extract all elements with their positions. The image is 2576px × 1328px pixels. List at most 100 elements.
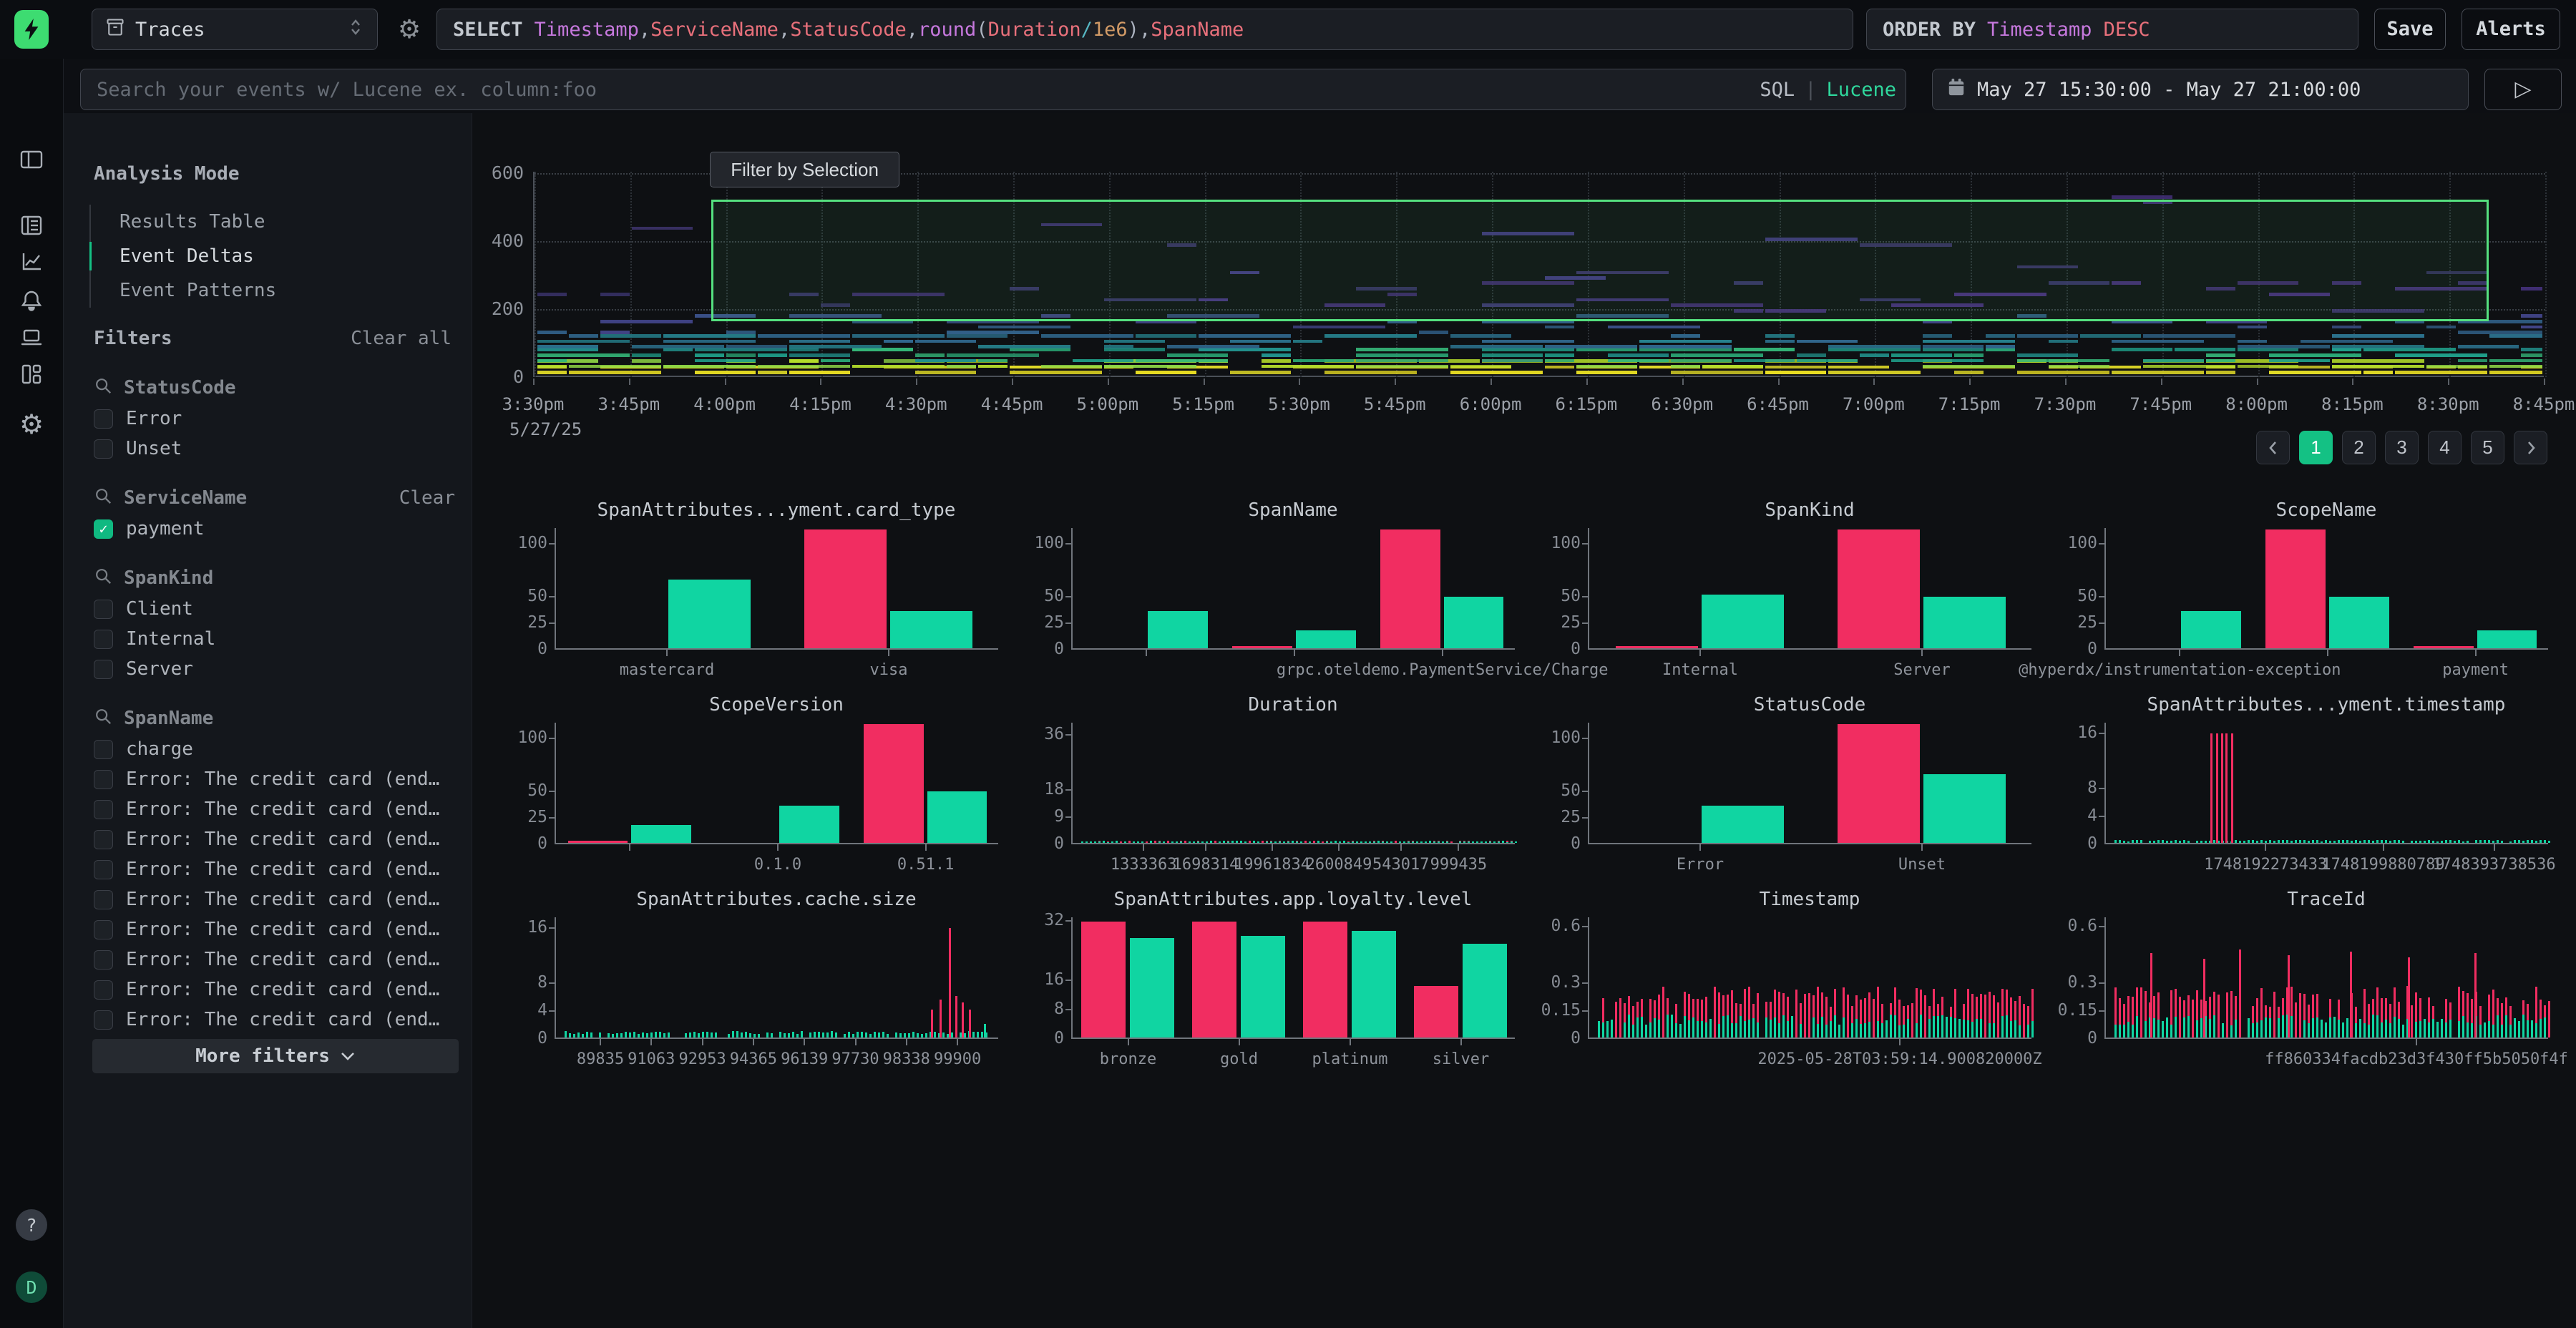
- mini-chart-0[interactable]: SpanAttributes...yment.card_type02550100…: [501, 494, 1018, 688]
- mini-chart-7[interactable]: SpanAttributes...yment.timestamp04816174…: [2051, 688, 2567, 883]
- filter-by-selection-button[interactable]: Filter by Selection: [710, 152, 899, 187]
- query-settings-gear-icon[interactable]: ⚙: [394, 9, 425, 50]
- more-filters-button[interactable]: More filters: [92, 1039, 459, 1073]
- checkbox[interactable]: [94, 439, 113, 459]
- filter-option[interactable]: Error: The credit card (end…: [94, 914, 455, 944]
- filter-group-servicename: ServiceName Clear ✓payment: [94, 482, 455, 544]
- mini-chart-1[interactable]: SpanName02550100grpc.oteldemo.PaymentSer…: [1018, 494, 1534, 688]
- filter-option[interactable]: Internal: [94, 624, 455, 654]
- date-range-picker[interactable]: May 27 15:30:00 - May 27 21:00:00: [1932, 69, 2469, 110]
- help-button[interactable]: ?: [16, 1209, 47, 1241]
- save-button[interactable]: Save: [2374, 9, 2446, 50]
- filter-option[interactable]: Error: The credit card (end…: [94, 1005, 455, 1035]
- alerts-button[interactable]: Alerts: [2462, 9, 2560, 50]
- filter-option[interactable]: Error: [94, 404, 455, 434]
- timeline-xtick: 5:45pm: [1364, 394, 1426, 414]
- laptop-icon[interactable]: [19, 326, 44, 350]
- page-prev-button[interactable]: [2256, 431, 2290, 464]
- checkbox[interactable]: [94, 800, 113, 819]
- checkbox[interactable]: [94, 980, 113, 1000]
- checkbox[interactable]: [94, 950, 113, 970]
- clear-group-link[interactable]: Clear: [399, 487, 455, 509]
- mini-chart-title: ScopeName: [2104, 499, 2548, 521]
- gear-icon[interactable]: ⚙: [19, 412, 44, 436]
- bell-icon[interactable]: [19, 288, 44, 313]
- mini-chart-xtick: silver: [1433, 1050, 1489, 1068]
- mini-chart-xtick: bronze: [1100, 1050, 1156, 1068]
- filter-option[interactable]: Server: [94, 654, 455, 684]
- mini-chart-3[interactable]: ScopeName02550100@hyperdx/instrumentatio…: [2051, 494, 2567, 688]
- filter-option[interactable]: Error: The credit card (end…: [94, 884, 455, 914]
- mode-sql-label[interactable]: SQL: [1760, 79, 1795, 101]
- order-by-input[interactable]: ORDER BY Timestamp DESC: [1866, 9, 2358, 50]
- mini-chart-xtick: 98338: [883, 1050, 930, 1068]
- analysis-mode-results-table[interactable]: Results Table: [91, 205, 447, 239]
- filter-option[interactable]: Error: The credit card (end…: [94, 854, 455, 884]
- page-button-3[interactable]: 3: [2385, 431, 2419, 464]
- mini-chart-title: SpanAttributes...yment.timestamp: [2104, 694, 2548, 716]
- page-button-1[interactable]: 1: [2299, 431, 2333, 464]
- checkbox[interactable]: [94, 630, 113, 649]
- search-icon[interactable]: [94, 707, 112, 731]
- mini-chart-6[interactable]: StatusCode02550100ErrorUnset: [1534, 688, 2051, 883]
- search-icon[interactable]: [94, 567, 112, 590]
- mini-chart-8[interactable]: SpanAttributes.cache.size048168983591063…: [501, 883, 1018, 1078]
- query-language-toggle[interactable]: SQL | Lucene: [1732, 69, 1896, 110]
- timeline-selection-box[interactable]: [711, 200, 2489, 322]
- timeline-xtick: 6:00pm: [1460, 394, 1522, 414]
- mini-chart-title: SpanAttributes.app.loyalty.level: [1071, 889, 1515, 910]
- clear-all-filters-link[interactable]: Clear all: [351, 328, 452, 349]
- checkbox[interactable]: [94, 740, 113, 759]
- app-logo-bolt-icon[interactable]: [14, 10, 49, 49]
- search-input[interactable]: [80, 69, 1906, 110]
- filter-option[interactable]: ✓payment: [94, 514, 455, 544]
- checkbox[interactable]: [94, 600, 113, 619]
- mini-chart-title: SpanAttributes...yment.card_type: [555, 499, 998, 521]
- checkbox[interactable]: [94, 660, 113, 679]
- mini-chart-5[interactable]: Duration09183613333631698314199618342600…: [1018, 688, 1534, 883]
- page-button-4[interactable]: 4: [2428, 431, 2462, 464]
- checkbox[interactable]: [94, 830, 113, 849]
- mini-chart-xtick: Internal: [1662, 661, 1738, 679]
- mini-chart-title: Duration: [1071, 694, 1515, 716]
- mode-lucene-label[interactable]: Lucene: [1826, 79, 1896, 101]
- sql-expression: Timestamp,ServiceName,StatusCode,round(D…: [535, 19, 1244, 41]
- filter-option[interactable]: Error: The credit card (end…: [94, 764, 455, 794]
- checkbox[interactable]: [94, 409, 113, 429]
- checkbox[interactable]: [94, 860, 113, 879]
- run-query-button[interactable]: ▷: [2484, 69, 2562, 110]
- mini-chart-9[interactable]: SpanAttributes.app.loyalty.level081632br…: [1018, 883, 1534, 1078]
- checkbox[interactable]: [94, 890, 113, 909]
- checkbox[interactable]: [94, 770, 113, 789]
- mini-chart-11[interactable]: TraceId00.150.30.6ff860334facdb23d3f430f…: [2051, 883, 2567, 1078]
- checkbox-checked[interactable]: ✓: [94, 519, 113, 539]
- page-button-5[interactable]: 5: [2471, 431, 2504, 464]
- analysis-mode-event-patterns[interactable]: Event Patterns: [91, 273, 447, 308]
- filter-option[interactable]: Error: The credit card (end…: [94, 975, 455, 1005]
- filter-option[interactable]: Error: The credit card (end…: [94, 944, 455, 975]
- search-icon[interactable]: [94, 376, 112, 400]
- mini-chart-2[interactable]: SpanKind02550100InternalServer: [1534, 494, 2051, 688]
- chart-icon[interactable]: [19, 249, 44, 273]
- filter-option[interactable]: Client: [94, 594, 455, 624]
- event-feed-icon[interactable]: [19, 213, 44, 238]
- search-icon[interactable]: [94, 487, 112, 510]
- filter-option[interactable]: Unset: [94, 434, 455, 464]
- dashboards-icon[interactable]: [19, 362, 44, 386]
- sql-select-input[interactable]: SELECT Timestamp,ServiceName,StatusCode,…: [436, 9, 1853, 50]
- page-button-2[interactable]: 2: [2342, 431, 2376, 464]
- timeline-heatmap-plot[interactable]: [533, 172, 2544, 377]
- checkbox[interactable]: [94, 1010, 113, 1030]
- panel-toggle-icon[interactable]: [19, 147, 44, 172]
- filter-group-title: ServiceName: [124, 487, 247, 509]
- filter-option[interactable]: charge: [94, 734, 455, 764]
- checkbox[interactable]: [94, 920, 113, 939]
- filter-option[interactable]: Error: The credit card (end…: [94, 794, 455, 824]
- user-avatar[interactable]: D: [16, 1271, 47, 1303]
- mini-chart-4[interactable]: ScopeVersion025501000.1.00.51.1: [501, 688, 1018, 883]
- filter-option[interactable]: Error: The credit card (end…: [94, 824, 455, 854]
- source-select[interactable]: Traces: [92, 9, 378, 50]
- analysis-mode-event-deltas[interactable]: Event Deltas: [91, 239, 447, 273]
- mini-chart-10[interactable]: Timestamp00.150.30.62025-05-28T03:59:14.…: [1534, 883, 2051, 1078]
- page-next-button[interactable]: [2514, 431, 2547, 464]
